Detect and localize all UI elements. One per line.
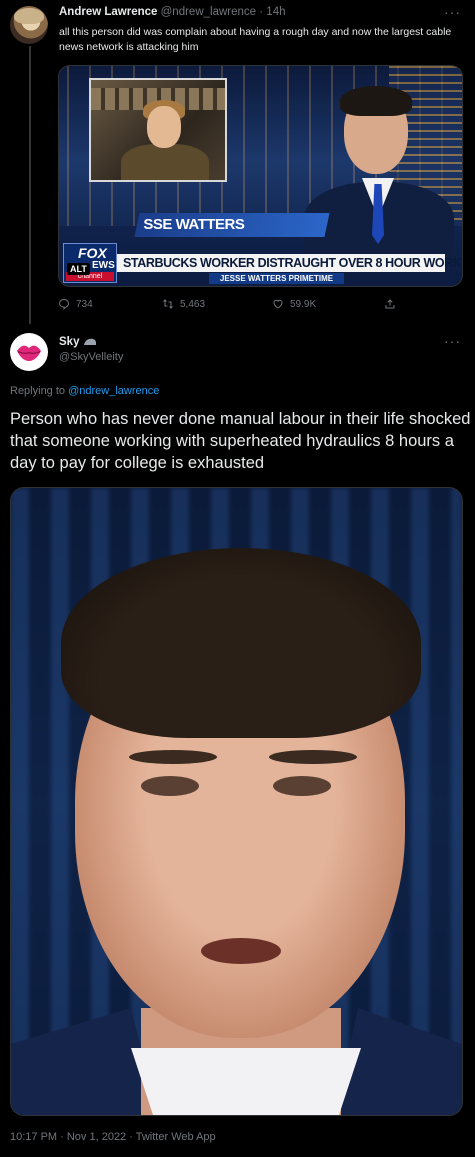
author-handle[interactable]: @ndrew_lawrence — [161, 6, 256, 18]
avatar[interactable] — [10, 333, 48, 371]
reply-button[interactable]: 734 — [58, 298, 93, 310]
more-options-icon[interactable]: ··· — [444, 333, 461, 349]
logo-news-text: EWS — [92, 260, 115, 271]
like-button[interactable]: 59.9K — [272, 298, 316, 310]
heart-icon — [273, 299, 283, 309]
replying-to: Replying to @ndrew_lawrence — [10, 385, 159, 397]
emoji-icon — [83, 338, 96, 345]
reply-icon — [58, 298, 70, 310]
left-eyebrow — [129, 750, 217, 764]
show-title-banner: SSE WATTERS — [134, 213, 330, 237]
reply-count: 734 — [76, 298, 93, 310]
mouth — [201, 938, 281, 964]
tweet-actions: 734 5,463 59.9K — [58, 298, 418, 314]
author-name[interactable]: Sky — [59, 336, 97, 348]
tweet-timestamp[interactable]: 10:17 PM · Nov 1, 2022 · Twitter Web App — [10, 1131, 216, 1143]
replying-to-link[interactable]: @ndrew_lawrence — [68, 385, 159, 397]
show-title-text: SSE WATTERS — [143, 216, 245, 233]
retweet-button[interactable]: 5,463 — [162, 298, 205, 310]
share-button[interactable] — [384, 298, 396, 310]
tweet-text: all this person did was complain about h… — [59, 26, 452, 53]
logo-fox-text: FOX — [78, 245, 107, 261]
tweet-header: Andrew Lawrence @ndrew_lawrence · 14h — [59, 6, 285, 18]
replying-prefix: Replying to — [10, 385, 66, 397]
hair — [61, 548, 421, 738]
alt-text-badge[interactable]: ALT — [67, 263, 90, 275]
thread-connector-line — [29, 46, 31, 324]
retweet-icon — [163, 299, 173, 309]
tweet-media-image[interactable] — [10, 487, 463, 1116]
like-count: 59.9K — [290, 298, 317, 310]
separator: · — [259, 6, 264, 18]
author-handle[interactable]: @SkyVelleity — [59, 351, 123, 363]
share-icon — [385, 299, 395, 309]
inset-video-frame — [89, 78, 227, 182]
more-options-icon[interactable]: ··· — [444, 4, 461, 20]
news-headline: STARBUCKS WORKER DISTRAUGHT OVER 8 HOUR … — [117, 254, 462, 272]
tweet-time[interactable]: 14h — [266, 6, 285, 18]
show-name-bar: JESSE WATTERS PRIMETIME — [209, 273, 344, 284]
parent-tweet[interactable]: Andrew Lawrence @ndrew_lawrence · 14h ··… — [0, 0, 475, 324]
author-name-text: Sky — [59, 336, 80, 348]
avatar[interactable] — [10, 6, 48, 44]
right-eyebrow — [269, 750, 357, 764]
shirt-collar — [131, 1048, 361, 1115]
right-eye — [273, 776, 331, 796]
kiss-lips-icon — [17, 345, 41, 361]
retweet-count: 5,463 — [180, 298, 206, 310]
author-name[interactable]: Andrew Lawrence — [59, 6, 157, 18]
tweet-text: Person who has never done manual labour … — [10, 410, 471, 472]
tweet-media-image[interactable]: SSE WATTERS FOX EWS channel ALT STARBUCK… — [58, 65, 463, 287]
left-eye — [141, 776, 199, 796]
